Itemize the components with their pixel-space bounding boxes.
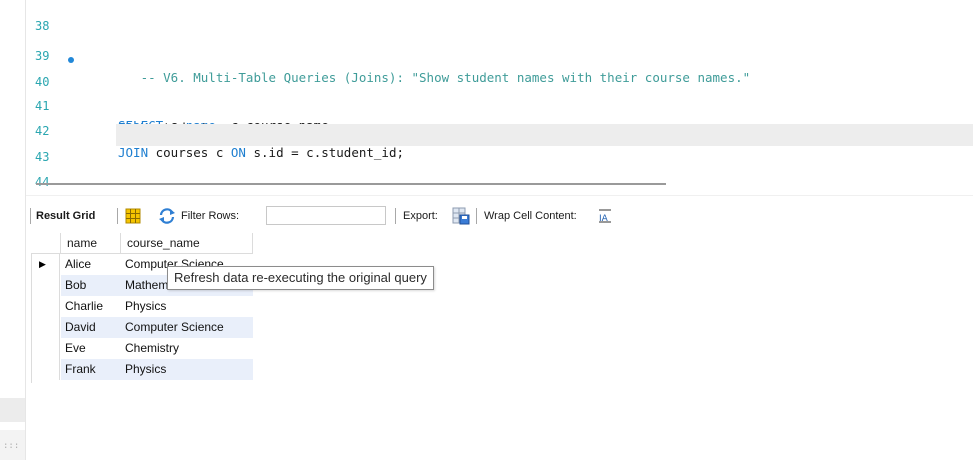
row-arrow-icon: ▶ [39, 259, 46, 269]
cell-course-name[interactable]: Computer Science [121, 317, 253, 338]
export-label: Export: [403, 210, 438, 222]
cell-name[interactable]: David [61, 317, 121, 338]
table-row[interactable]: David Computer Science [31, 317, 253, 338]
cell-name[interactable]: Charlie [61, 296, 121, 317]
row-indicator [31, 296, 60, 317]
cell-course-name[interactable]: Chemistry [121, 338, 253, 359]
editor-line-40: 40 SELECT s.name, c.course_name [26, 49, 973, 133]
toolbar-separator [395, 208, 396, 224]
cell-name[interactable]: Eve [61, 338, 121, 359]
row-indicator [31, 338, 60, 359]
editor-line-39: 39 -- V6. Multi-Table Queries (Joins): "… [26, 23, 973, 85]
left-sidebar-strip: ::: [0, 0, 26, 460]
toolbar-separator [117, 208, 118, 224]
row-indicator [31, 317, 60, 338]
refresh-icon[interactable] [158, 205, 176, 224]
cell-name[interactable]: Bob [61, 275, 121, 296]
current-row-indicator: ▶ [31, 254, 60, 275]
statement-marker-icon [68, 57, 74, 63]
wrap-cell-label: Wrap Cell Content: [484, 210, 577, 222]
editor-line-42: 42 JOIN courses c ON s.id = c.student_id… [26, 98, 973, 160]
editor-line-38: 38 [26, 0, 973, 33]
horizontal-scrollbar[interactable] [36, 183, 666, 185]
table-row[interactable]: Eve Chemistry [31, 338, 253, 359]
filter-rows-label: Filter Rows: [181, 210, 240, 222]
editor-line-43: 43 [26, 124, 973, 164]
row-indicator [31, 359, 60, 380]
grid-view-icon[interactable] [125, 205, 141, 224]
cell-course-name[interactable]: Physics [121, 296, 253, 317]
cell-name[interactable]: Frank [61, 359, 121, 380]
sidebar-panel-block [0, 398, 25, 422]
export-icon[interactable] [452, 205, 470, 225]
table-row[interactable]: Frank Physics [31, 359, 253, 380]
result-toolbar: Result Grid Filter Rows: Export: Wrap Ce… [30, 205, 973, 227]
toolbar-separator [30, 208, 31, 224]
sql-editor[interactable]: 38 39 -- V6. Multi-Table Queries (Joins)… [26, 0, 973, 189]
editor-line-44: 44 [26, 149, 973, 189]
column-header-name[interactable]: name [61, 233, 121, 254]
line-number: 44 [35, 175, 50, 189]
wrap-cell-icon[interactable]: IA [598, 205, 612, 223]
resize-grip-icon[interactable]: ::: [3, 441, 19, 451]
refresh-tooltip: Refresh data re-executing the original q… [167, 266, 434, 290]
table-row[interactable]: Charlie Physics [31, 296, 253, 317]
toolbar-separator [476, 208, 477, 224]
result-grid-tab[interactable]: Result Grid [36, 205, 95, 227]
cell-name[interactable]: Alice [61, 254, 121, 275]
editor-line-41: 41 FROM students s [26, 73, 973, 135]
column-header-course-name[interactable]: course_name [121, 233, 253, 254]
panel-divider[interactable] [26, 195, 973, 196]
row-indicator-header [31, 233, 61, 254]
row-indicator [31, 275, 60, 296]
filter-rows-input[interactable] [266, 206, 386, 225]
cell-course-name[interactable]: Physics [121, 359, 253, 380]
